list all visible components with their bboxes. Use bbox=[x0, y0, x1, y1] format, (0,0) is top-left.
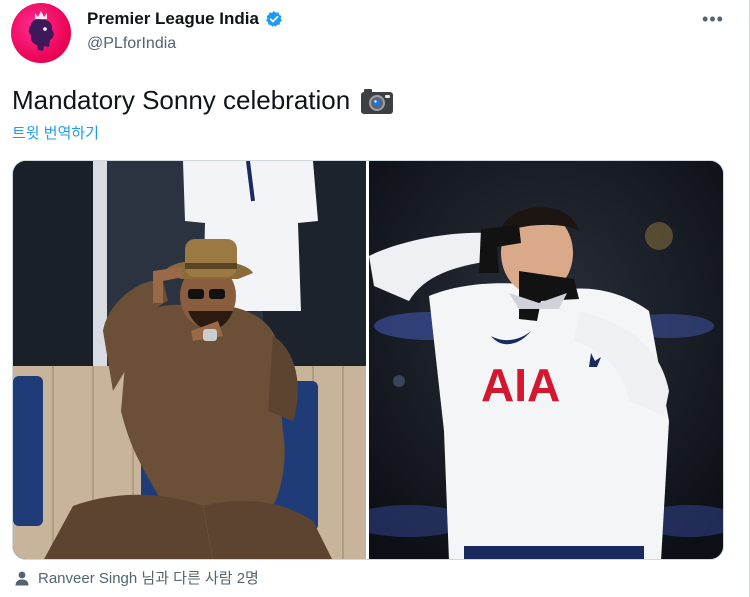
tweet-text-content: Mandatory Sonny celebration bbox=[12, 85, 351, 115]
tagged-people[interactable]: Ranveer Singh 님과 다른 사람 2명 bbox=[14, 567, 259, 588]
account-avatar[interactable] bbox=[11, 3, 71, 63]
verified-badge-icon bbox=[265, 10, 283, 28]
account-name-row[interactable]: Premier League India bbox=[87, 9, 283, 29]
tagged-people-text[interactable]: Ranveer Singh 님과 다른 사람 2명 bbox=[38, 567, 259, 588]
tweet-card: Premier League India @PLforIndia ••• Man… bbox=[0, 0, 750, 597]
premier-league-lion-logo bbox=[28, 11, 54, 51]
svg-text:AIA: AIA bbox=[481, 359, 560, 411]
account-handle[interactable]: @PLforIndia bbox=[87, 35, 176, 53]
photo-right-illustration: AIA bbox=[369, 161, 723, 559]
translate-tweet-link[interactable]: 트윗 번역하기 bbox=[12, 122, 99, 143]
person-icon bbox=[14, 570, 30, 586]
photo-left-illustration bbox=[13, 161, 366, 559]
account-display-name[interactable]: Premier League India bbox=[87, 9, 259, 29]
photo-ranveer-singh[interactable] bbox=[13, 161, 366, 559]
photo-son-heung-min[interactable]: AIA bbox=[369, 161, 723, 559]
media-grid: AIA bbox=[12, 160, 724, 560]
camera-icon bbox=[360, 87, 394, 115]
more-options-button[interactable]: ••• bbox=[699, 9, 727, 29]
tweet-text: Mandatory Sonny celebration bbox=[12, 85, 394, 116]
